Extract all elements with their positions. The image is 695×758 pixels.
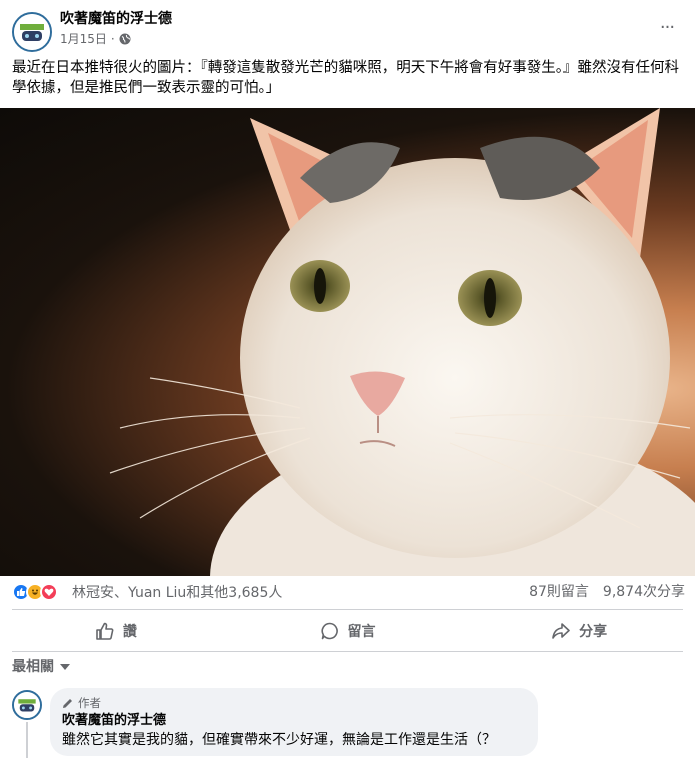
reaction-stats: 林冠安、Yuan Liu和其他3,685人 87則留言 9,874次分享 [0, 580, 695, 606]
divider [12, 651, 683, 652]
comment-bubble: 作者 吹著魔笛的浮士德 雖然它其實是我的貓，但確實帶來不少好運，無論是工作還是生… [50, 688, 538, 756]
post-text: 最近在日本推特很火的圖片：『轉發這隻散發光芒的貓咪照，明天下午將會有好事發生。』… [12, 60, 679, 96]
divider [12, 609, 683, 610]
author-badge-label: 作者 [78, 696, 101, 710]
engagement-counts: 87則留言 9,874次分享 [529, 583, 685, 601]
comments-count[interactable]: 87則留言 [529, 583, 589, 601]
shares-count[interactable]: 9,874次分享 [603, 583, 685, 601]
comment-sort-dropdown[interactable]: 最相關 [12, 656, 70, 676]
action-bar: 讚 留言 分享 [0, 614, 695, 648]
post-author[interactable]: 吹著魔笛的浮士德 [60, 10, 172, 28]
love-icon [40, 583, 58, 601]
share-button[interactable]: 分享 [463, 614, 695, 648]
post-header: 吹著魔笛的浮士德 1月15日 · ··· [0, 0, 695, 56]
like-button[interactable]: 讚 [0, 614, 232, 648]
comment-button[interactable]: 留言 [232, 614, 464, 648]
post-meta: 1月15日 · [60, 31, 131, 47]
caret-down-icon [60, 664, 70, 670]
thumbs-up-icon [96, 622, 114, 640]
post-date[interactable]: 1月15日 [60, 31, 107, 47]
share-icon [552, 623, 570, 639]
reactors-summary[interactable]: 林冠安、Yuan Liu和其他3,685人 [72, 584, 282, 602]
date-separator: · [110, 32, 115, 46]
comment-author[interactable]: 吹著魔笛的浮士德 [62, 713, 526, 729]
more-options-button[interactable]: ··· [657, 18, 677, 38]
comment-text: 雖然它其實是我的貓，但確實帶來不少好運，無論是工作還是生活（？ [62, 732, 496, 748]
pencil-icon [63, 699, 72, 708]
like-label: 讚 [122, 624, 137, 640]
sort-label: 最相關 [12, 659, 54, 675]
share-label: 分享 [579, 624, 608, 640]
post-photo[interactable] [0, 108, 695, 576]
globe-icon [119, 33, 131, 45]
thread-line [26, 722, 28, 758]
reaction-icons[interactable] [12, 583, 58, 601]
comment-icon [320, 622, 338, 640]
author-badge: 作者 [62, 696, 526, 710]
page-avatar[interactable] [12, 12, 52, 52]
cat-photo-image [109, 108, 695, 576]
commenter-avatar[interactable] [12, 690, 42, 720]
comment-label: 留言 [347, 624, 376, 640]
